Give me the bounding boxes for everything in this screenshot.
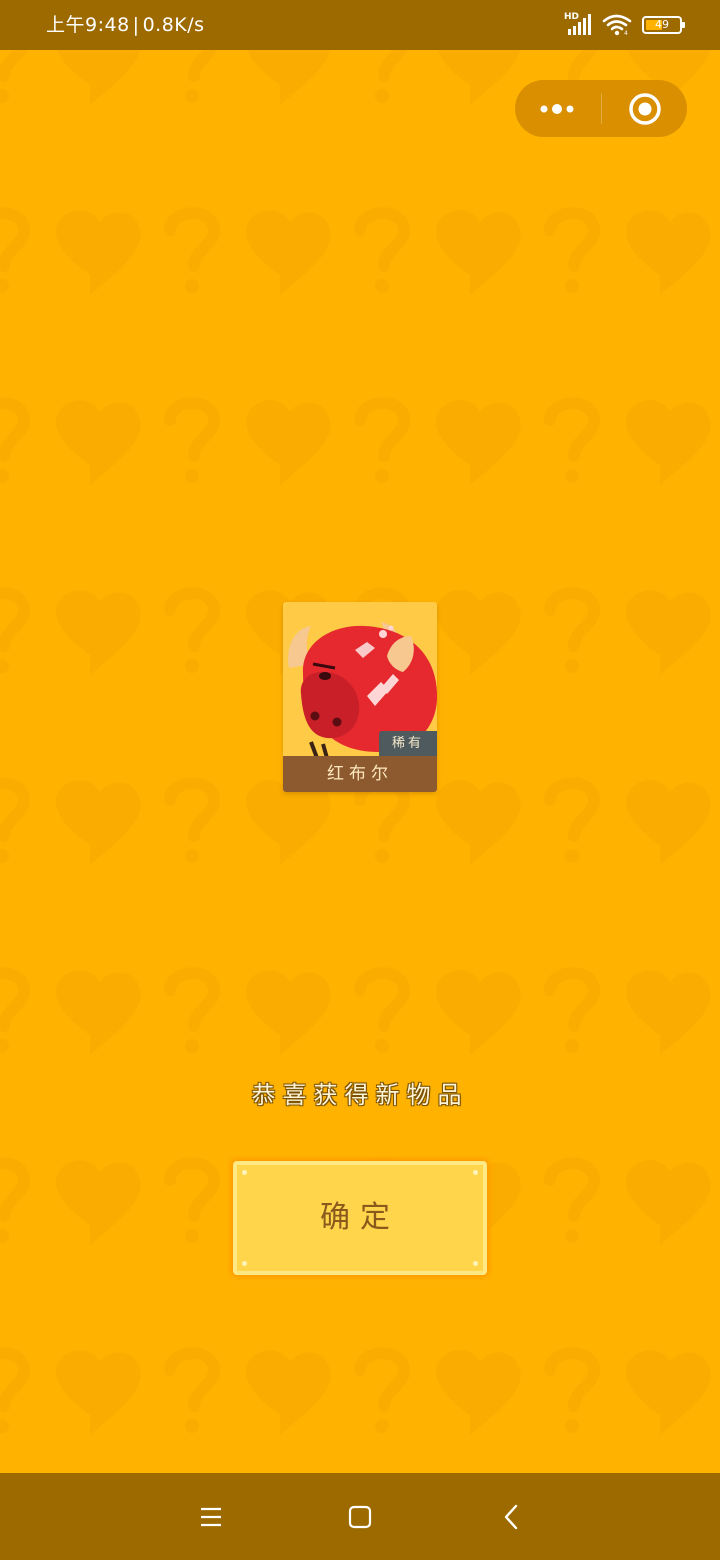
pattern-question-mark	[0, 587, 30, 673]
pattern-question-mark	[164, 207, 220, 293]
pattern-question-mark	[375, 50, 408, 103]
pattern-heart-shape	[55, 1350, 141, 1435]
pattern-heart-shape	[437, 50, 520, 105]
pattern-heart-shape	[245, 1350, 331, 1435]
pattern-question-mark	[354, 207, 410, 293]
status-right: HD 4 49	[564, 0, 685, 50]
menu-icon	[201, 1507, 221, 1527]
pattern-question-mark	[164, 777, 220, 863]
new-item-card: 稀有 红布尔	[283, 602, 437, 792]
pattern-heart-shape	[55, 590, 141, 675]
network-speed: 0.8K/s	[142, 14, 205, 36]
pattern-question-mark	[0, 777, 30, 863]
battery-icon: 49	[642, 16, 685, 34]
more-dots-icon	[540, 103, 574, 114]
pattern-heart-shape	[435, 210, 521, 295]
wifi-icon: 4	[602, 14, 632, 37]
pattern-question-mark	[164, 1157, 220, 1243]
back-chevron-icon	[504, 1504, 518, 1530]
rarity-badge: 稀有	[379, 731, 437, 757]
pattern-heart-shape	[55, 400, 141, 485]
pattern-heart-shape	[245, 780, 331, 865]
pattern-question-mark	[544, 587, 600, 673]
menu-button[interactable]	[189, 1495, 233, 1539]
pattern-heart-shape	[55, 1160, 141, 1245]
pattern-heart-shape	[57, 50, 140, 105]
pattern-question-mark	[0, 1347, 30, 1433]
pattern-question-mark	[0, 50, 28, 103]
status-bar: 上午9:48 | 0.8K/s HD 4 49	[0, 0, 720, 50]
pattern-question-mark	[164, 587, 220, 673]
pattern-question-mark	[544, 1157, 600, 1243]
pattern-question-mark	[0, 1157, 30, 1243]
pattern-question-mark	[185, 50, 218, 103]
pattern-heart-shape	[435, 1350, 521, 1435]
capsule-menu	[515, 80, 687, 137]
battery-level: 49	[655, 18, 669, 31]
pattern-heart-shape	[55, 970, 141, 1055]
hd-signal-icon: HD	[564, 12, 592, 36]
pattern-question-mark	[354, 397, 410, 483]
home-button[interactable]	[338, 1495, 382, 1539]
pattern-heart-shape	[625, 210, 711, 295]
pattern-heart-shape	[435, 780, 521, 865]
pattern-heart-shape	[435, 590, 521, 675]
pattern-question-mark	[164, 1347, 220, 1433]
pattern-question-mark	[354, 777, 410, 863]
status-separator: |	[132, 14, 140, 36]
back-button[interactable]	[489, 1495, 533, 1539]
pattern-heart-shape	[625, 780, 711, 865]
pattern-heart-shape	[435, 400, 521, 485]
pattern-question-mark	[0, 397, 30, 483]
pattern-heart-shape	[625, 590, 711, 675]
confirm-button-label: 确定	[320, 1200, 400, 1235]
pattern-heart-shape	[245, 970, 331, 1055]
confirm-button[interactable]: 确定	[233, 1161, 487, 1275]
pattern-question-mark	[544, 397, 600, 483]
pattern-heart-shape	[625, 1160, 711, 1245]
pattern-heart-shape	[245, 210, 331, 295]
pattern-heart-shape	[625, 970, 711, 1055]
pattern-question-mark	[544, 207, 600, 293]
system-nav-bar	[0, 1473, 720, 1560]
pattern-heart-shape	[55, 210, 141, 295]
pattern-question-mark	[354, 967, 410, 1053]
close-miniprogram-button[interactable]	[602, 80, 687, 137]
svg-text:4: 4	[624, 30, 628, 36]
status-left: 上午9:48 | 0.8K/s	[46, 0, 205, 50]
pattern-heart-shape	[625, 400, 711, 485]
pattern-heart-shape	[247, 50, 330, 105]
status-time: 上午9:48	[46, 14, 130, 36]
pattern-question-mark	[0, 207, 30, 293]
pattern-heart-shape	[245, 400, 331, 485]
pattern-question-mark	[0, 967, 30, 1053]
pattern-question-mark	[544, 1347, 600, 1433]
pattern-question-mark	[354, 1347, 410, 1433]
pattern-heart-shape	[625, 1350, 711, 1435]
pattern-question-mark	[544, 777, 600, 863]
pattern-heart-shape	[435, 970, 521, 1055]
pattern-question-mark	[544, 967, 600, 1053]
home-square-icon	[348, 1505, 372, 1529]
congratulation-message: 恭喜获得新物品	[251, 1081, 469, 1109]
battery-tip	[682, 22, 685, 28]
pattern-question-mark	[164, 397, 220, 483]
pattern-question-mark	[164, 967, 220, 1053]
item-name: 红布尔	[283, 756, 437, 792]
pattern-heart-shape	[55, 780, 141, 865]
more-button[interactable]	[515, 80, 601, 137]
record-circle-icon	[628, 92, 661, 125]
